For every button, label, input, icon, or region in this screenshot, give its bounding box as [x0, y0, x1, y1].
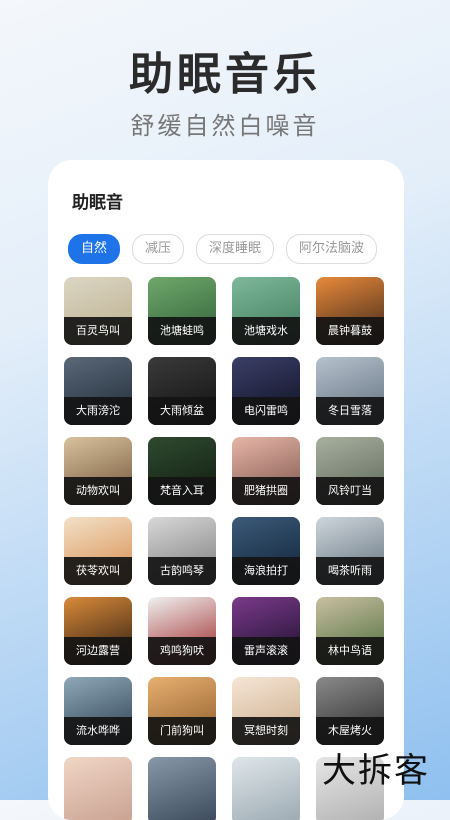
sound-tile[interactable] [232, 757, 300, 820]
sound-tile-label: 冥想时刻 [232, 717, 300, 745]
sound-thumbnail [64, 357, 132, 397]
sleep-sound-panel: 助眠音 自然 减压 深度睡眠 阿尔法脑波 百灵鸟叫 池塘蛙鸣 池塘戏水 晨钟暮鼓大雨滂沱 大雨… [48, 160, 404, 820]
sound-tile[interactable] [148, 757, 216, 820]
sound-tile-label: 林中鸟语 [316, 637, 384, 665]
sound-thumbnail [316, 437, 384, 477]
sound-tile[interactable]: 风铃叮当 [316, 437, 384, 505]
sound-tile[interactable]: 鸡鸣狗吠 [148, 597, 216, 665]
sound-tile-label: 大雨倾盆 [148, 397, 216, 425]
sound-tile[interactable]: 晨钟暮鼓 [316, 277, 384, 345]
sound-tile[interactable]: 梵音入耳 [148, 437, 216, 505]
tab-0[interactable]: 自然 [68, 234, 121, 264]
sound-thumbnail [148, 517, 216, 557]
sound-thumbnail [316, 677, 384, 717]
sound-thumbnail [316, 277, 384, 317]
sound-tile[interactable]: 海浪拍打 [232, 517, 300, 585]
sound-thumbnail [232, 277, 300, 317]
sound-tile[interactable]: 河边露营 [64, 597, 132, 665]
sound-tile-label: 茯苓欢叫 [64, 557, 132, 585]
sound-tile-label: 晨钟暮鼓 [316, 317, 384, 345]
sound-tile-label: 池塘蛙鸣 [148, 317, 216, 345]
sound-tile-label: 梵音入耳 [148, 477, 216, 505]
sound-thumbnail [148, 437, 216, 477]
sound-thumbnail [64, 677, 132, 717]
sound-tile-label: 雷声滚滚 [232, 637, 300, 665]
page-title: 助眠音乐 [129, 49, 321, 100]
sound-tile[interactable]: 百灵鸟叫 [64, 277, 132, 345]
sound-tile[interactable]: 冬日雪落 [316, 357, 384, 425]
sound-thumbnail [64, 757, 132, 797]
sound-tile[interactable]: 古韵鸣琴 [148, 517, 216, 585]
sound-thumbnail [316, 517, 384, 557]
sound-tile-label: 流水哗哗 [64, 717, 132, 745]
sound-tile[interactable]: 木屋烤火 [316, 677, 384, 745]
sound-tile[interactable]: 肥猪拱圈 [232, 437, 300, 505]
sound-thumbnail [232, 357, 300, 397]
sound-tile-label: 木屋烤火 [316, 717, 384, 745]
sound-tile-label: 池塘戏水 [232, 317, 300, 345]
sound-thumbnail [316, 597, 384, 637]
sound-tile[interactable] [64, 757, 132, 820]
sound-tile-label: 风铃叮当 [316, 477, 384, 505]
sound-tile-label: 百灵鸟叫 [64, 317, 132, 345]
sound-tile[interactable]: 喝茶听雨 [316, 517, 384, 585]
sound-thumbnail [232, 757, 300, 797]
sound-tile-label: 肥猪拱圈 [232, 477, 300, 505]
sound-tile-label: 大雨滂沱 [64, 397, 132, 425]
sound-thumbnail [232, 517, 300, 557]
tab-3[interactable]: 阿尔法脑波 [286, 234, 378, 264]
tab-1[interactable]: 减压 [132, 234, 185, 264]
sound-tile[interactable]: 雷声滚滚 [232, 597, 300, 665]
sound-thumbnail [148, 277, 216, 317]
sound-thumbnail [232, 597, 300, 637]
sound-thumbnail [148, 677, 216, 717]
sound-tile[interactable]: 大雨倾盆 [148, 357, 216, 425]
sound-tile-label: 鸡鸣狗吠 [148, 637, 216, 665]
sound-thumbnail [64, 597, 132, 637]
sound-tile-label: 动物欢叫 [64, 477, 132, 505]
sound-tile-label: 古韵鸣琴 [148, 557, 216, 585]
sound-tile[interactable]: 大雨滂沱 [64, 357, 132, 425]
page-subtitle: 舒缓自然白噪音 [130, 112, 320, 140]
sound-tile[interactable]: 动物欢叫 [64, 437, 132, 505]
sound-tile[interactable]: 池塘戏水 [232, 277, 300, 345]
sound-thumbnail [148, 757, 216, 797]
sound-thumbnail [232, 437, 300, 477]
tab-2[interactable]: 深度睡眠 [196, 234, 275, 264]
sound-thumbnail [232, 677, 300, 717]
panel-title: 助眠音 [72, 193, 123, 213]
sound-thumbnail [64, 437, 132, 477]
sound-thumbnail [64, 517, 132, 557]
sound-tile-label: 海浪拍打 [232, 557, 300, 585]
sound-tile-label: 门前狗叫 [148, 717, 216, 745]
sound-tile[interactable]: 电闪雷鸣 [232, 357, 300, 425]
category-tabs: 自然 减压 深度睡眠 阿尔法脑波 [68, 234, 393, 266]
sound-grid: 百灵鸟叫 池塘蛙鸣 池塘戏水 晨钟暮鼓大雨滂沱 大雨倾盆 电闪雷鸣 冬日雪落动物欢叫 梵音入耳… [64, 277, 394, 820]
watermark-logo: 大拆客 [322, 751, 430, 791]
sound-tile[interactable]: 门前狗叫 [148, 677, 216, 745]
sound-tile-label: 喝茶听雨 [316, 557, 384, 585]
sound-thumbnail [316, 357, 384, 397]
sound-thumbnail [148, 597, 216, 637]
sound-tile[interactable]: 林中鸟语 [316, 597, 384, 665]
sound-thumbnail [148, 357, 216, 397]
sound-tile[interactable]: 流水哗哗 [64, 677, 132, 745]
sound-tile[interactable]: 茯苓欢叫 [64, 517, 132, 585]
sound-tile-label: 电闪雷鸣 [232, 397, 300, 425]
sound-thumbnail [64, 277, 132, 317]
sound-tile-label: 冬日雪落 [316, 397, 384, 425]
sound-tile-label: 河边露营 [64, 637, 132, 665]
sound-tile[interactable]: 池塘蛙鸣 [148, 277, 216, 345]
sound-tile[interactable]: 冥想时刻 [232, 677, 300, 745]
